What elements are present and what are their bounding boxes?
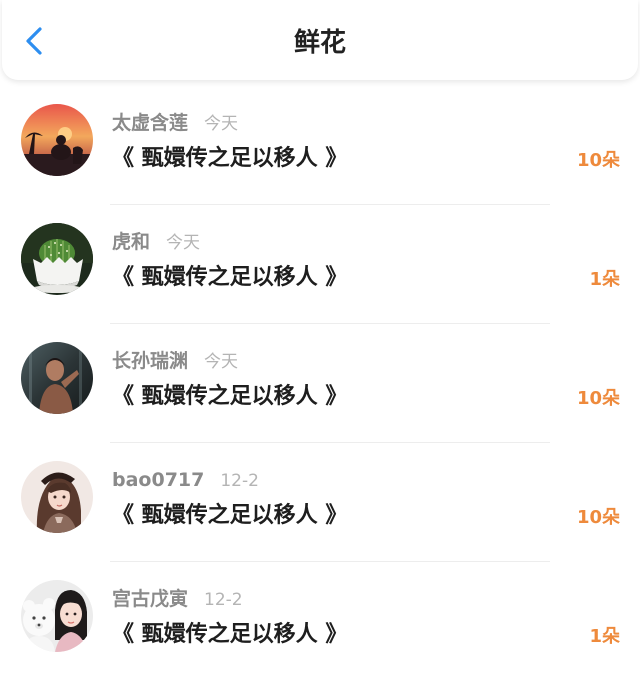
page-title: 鲜花 bbox=[293, 28, 346, 58]
user-name[interactable]: 宫古戊寅 bbox=[112, 588, 188, 610]
user-line: 宫古戊寅 12-2 bbox=[112, 586, 243, 612]
dark-portrait-avatar[interactable] bbox=[21, 342, 93, 414]
sunset-silhouette-avatar[interactable] bbox=[21, 104, 93, 176]
flower-record-list: 太虚含莲 今天 《 甄嬛传之足以移人 》 10朵 虎和 今天 《 甄嬛传之足以移… bbox=[0, 86, 640, 677]
user-name[interactable]: 长孙瑞渊 bbox=[112, 350, 188, 372]
book-title[interactable]: 《 甄嬛传之足以移人 》 bbox=[112, 382, 347, 412]
flower-count: 1朵 bbox=[589, 269, 620, 290]
book-title[interactable]: 《 甄嬛传之足以移人 》 bbox=[112, 144, 347, 174]
book-title[interactable]: 《 甄嬛传之足以移人 》 bbox=[112, 263, 347, 293]
cactus-avatar[interactable] bbox=[21, 223, 93, 295]
user-name[interactable]: 虎和 bbox=[112, 231, 150, 253]
list-item[interactable]: 宫古戊寅 12-2 《 甄嬛传之足以移人 》 1朵 bbox=[0, 562, 640, 677]
list-item[interactable]: 太虚含莲 今天 《 甄嬛传之足以移人 》 10朵 bbox=[0, 86, 640, 205]
user-line: bao0717 12-2 bbox=[112, 467, 259, 493]
send-date: 今天 bbox=[204, 352, 239, 372]
user-name[interactable]: 太虚含莲 bbox=[112, 112, 188, 134]
user-name[interactable]: bao0717 bbox=[112, 469, 204, 491]
girl-with-bear-avatar[interactable] bbox=[21, 580, 93, 652]
flower-count: 1朵 bbox=[589, 626, 620, 647]
user-line: 虎和 今天 bbox=[112, 229, 200, 255]
list-item[interactable]: 长孙瑞渊 今天 《 甄嬛传之足以移人 》 10朵 bbox=[0, 324, 640, 443]
user-line: 太虚含莲 今天 bbox=[112, 110, 238, 136]
book-title[interactable]: 《 甄嬛传之足以移人 》 bbox=[112, 620, 347, 650]
flower-count: 10朵 bbox=[576, 150, 620, 171]
flower-count: 10朵 bbox=[576, 507, 620, 528]
send-date: 今天 bbox=[166, 233, 201, 253]
book-title[interactable]: 《 甄嬛传之足以移人 》 bbox=[112, 501, 347, 531]
top-bar: 鲜花 bbox=[2, 0, 638, 80]
send-date: 今天 bbox=[204, 114, 239, 134]
list-item[interactable]: 虎和 今天 《 甄嬛传之足以移人 》 1朵 bbox=[0, 205, 640, 324]
flower-list-screen: 鲜花 太虚含莲 今天 《 甄嬛传之足以移人 》 10朵 虎和 今天 《 甄嬛传之… bbox=[0, 0, 640, 677]
send-date: 12-2 bbox=[204, 590, 243, 610]
send-date: 12-2 bbox=[220, 471, 259, 491]
flower-count: 10朵 bbox=[576, 388, 620, 409]
user-line: 长孙瑞渊 今天 bbox=[112, 348, 238, 374]
anime-girl-avatar[interactable] bbox=[21, 461, 93, 533]
list-item[interactable]: bao0717 12-2 《 甄嬛传之足以移人 》 10朵 bbox=[0, 443, 640, 562]
